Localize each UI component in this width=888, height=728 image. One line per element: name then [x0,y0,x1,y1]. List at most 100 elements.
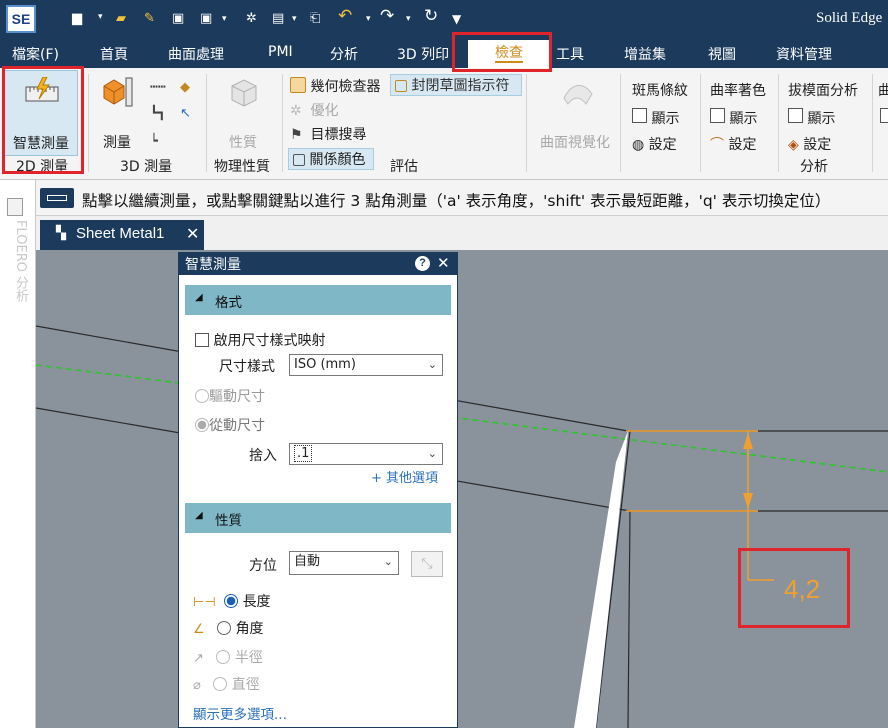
normal-distance-icon[interactable]: ┕ [150,134,158,149]
new-icon[interactable]: ▆ [72,10,82,28]
graphics-viewport[interactable]: 4,2 [36,250,888,728]
properties-section-header[interactable]: ◢ 性質 [185,503,451,533]
angle-radio[interactable]: ∠ 角度 [193,618,264,638]
round-select[interactable]: .1 ⌄ [289,443,443,465]
surface-visualization-icon[interactable] [560,78,596,108]
exit-icon[interactable]: ⎗ [310,10,320,28]
checkbox [195,333,209,347]
partial-checkbox[interactable] [880,108,888,123]
radio [195,418,209,432]
measure-label[interactable]: 測量 [103,132,131,152]
checkbox [710,108,725,123]
format-section-header[interactable]: ◢ 格式 [185,285,451,315]
undo-dropdown-icon[interactable]: ▾ [366,10,371,28]
menu-home[interactable]: 首頁 [100,44,128,64]
diameter-radio[interactable]: ⌀ 直徑 [193,674,260,694]
new-dropdown-icon[interactable]: ▾ [98,8,106,26]
menu-tools[interactable]: 工具 [556,44,584,64]
chevron-down-icon: ⌄ [427,358,437,371]
eraser-icon[interactable]: ◆ [180,80,190,95]
menu-data-management[interactable]: 資料管理 [776,44,832,64]
separator [700,74,701,172]
menu-file[interactable]: 檔案(F) [12,44,59,64]
zebra-settings-button[interactable]: ◍ 設定 [632,134,677,154]
dialog-title: 智慧測量 [185,257,241,273]
redo-icon[interactable]: ↷ [380,7,394,25]
settings-icon[interactable]: ✲ [246,10,257,28]
collapse-icon: ◢ [195,510,203,521]
separator [88,74,89,172]
geometry-inspector-icon [290,77,306,93]
redo-dropdown-icon[interactable]: ▾ [406,10,411,28]
angle-icon: ∠ [193,622,205,637]
close-tab-icon[interactable]: ✕ [186,224,199,243]
curvature-settings-button[interactable]: ⌒ 設定 [710,134,756,154]
measure-3d-icon[interactable] [100,76,134,108]
save-as-icon[interactable]: ▣ [200,10,212,28]
chevron-down-icon: ⌄ [383,555,393,568]
menu-addins[interactable]: 增益集 [624,44,666,64]
menu-pmi[interactable]: PMI [268,44,293,60]
properties-label[interactable]: 性質 [229,132,257,152]
collapse-icon: ◢ [195,292,203,303]
enable-dim-style-map-checkbox[interactable]: 啟用尺寸樣式映射 [195,330,325,350]
round-label: 捨入 [249,448,277,464]
driven-dim-radio[interactable]: 從動尺寸 [195,415,265,435]
prompt-bar-icon[interactable] [40,188,74,208]
help-icon[interactable]: ? [415,256,430,271]
physical-properties-icon[interactable] [226,76,262,110]
dialog-title-bar[interactable]: 智慧測量 ? ✕ [179,253,457,275]
select-icon[interactable]: ↖ [180,106,191,121]
app-title: Solid Edge [816,10,883,26]
document-tab[interactable]: ▚ Sheet Metal1 ✕ [40,220,204,250]
close-icon[interactable]: ✕ [437,254,450,272]
properties-dropdown-icon[interactable]: ▾ [292,10,297,28]
surface-visualization-label[interactable]: 曲面視覺化 [540,132,610,152]
orientation-pick-button[interactable]: ⤡ [411,551,443,577]
menu-view[interactable]: 視圖 [708,44,736,64]
curvature-show-checkbox[interactable]: 顯示 [710,108,757,128]
repeat-icon[interactable]: ↻ [424,7,438,25]
chevron-down-icon: ⌄ [427,447,437,460]
show-more-options-link[interactable]: 顯示更多選項... [193,703,287,723]
properties-icon[interactable]: ▤ [272,10,284,28]
open-icon[interactable]: ▰ [116,10,126,28]
length-icon: ⊢⊣ [193,595,216,610]
smart-measure-dialog: 智慧測量 ? ✕ ◢ 格式 啟用尺寸樣式映射 尺寸樣式 ISO (mm) ⌄ 驅動… [178,252,458,728]
geometry-inspector-button[interactable]: 幾何檢查器 [290,76,380,96]
length-radio[interactable]: ⊢⊣ 長度 [193,591,271,611]
undo-icon[interactable]: ↶ [338,7,352,25]
closed-sketch-indicator-button[interactable]: 封閉草圖指示符 [390,74,522,96]
draft-settings-button[interactable]: ◈ 設定 [788,134,831,154]
dim-style-select[interactable]: ISO (mm) ⌄ [289,354,443,376]
optimize-button[interactable]: ✲ 優化 [290,100,338,120]
relation-color-button[interactable]: 關係顏色 [288,148,374,170]
draft-show-checkbox[interactable]: 顯示 [788,108,835,128]
draft-analysis-label: 拔模面分析 [788,83,858,99]
orientation-select[interactable]: 自動 ⌄ [289,551,399,575]
left-sidebar: FLOERO 分析 [0,180,36,728]
pane-icon[interactable] [7,198,23,216]
menu-analysis[interactable]: 分析 [330,44,358,64]
zebra-show-checkbox[interactable]: 顯示 [632,108,679,128]
group-analysis: 分析 [800,159,828,175]
separator [620,74,621,172]
menu-surfacing[interactable]: 曲面處理 [168,44,224,64]
save-dropdown-icon[interactable]: ▾ [222,10,227,28]
orientation-label: 方位 [249,558,277,574]
pin-icon[interactable]: ✎ [144,10,155,28]
customize-icon[interactable]: ▼ [452,10,461,28]
minimum-distance-icon[interactable]: ┗┓ [150,106,166,121]
curvature-icon: ⌒ [710,137,724,153]
radio [213,677,228,691]
partial-group-label: 曲 [878,83,888,99]
menu-3d-print[interactable]: 3D 列印 [397,44,449,64]
curvature-shading-label: 曲率著色 [710,83,766,99]
radius-radio[interactable]: ↗ 半徑 [193,647,263,667]
more-options-link[interactable]: + 其他選項 [371,467,438,486]
driving-dim-radio[interactable]: 驅動尺寸 [195,386,265,406]
distance-icon[interactable]: ┅┅ [150,80,166,95]
target-search-button[interactable]: ⚑ 目標搜尋 [290,124,366,144]
radio [224,594,239,608]
save-icon[interactable]: ▣ [172,10,184,28]
